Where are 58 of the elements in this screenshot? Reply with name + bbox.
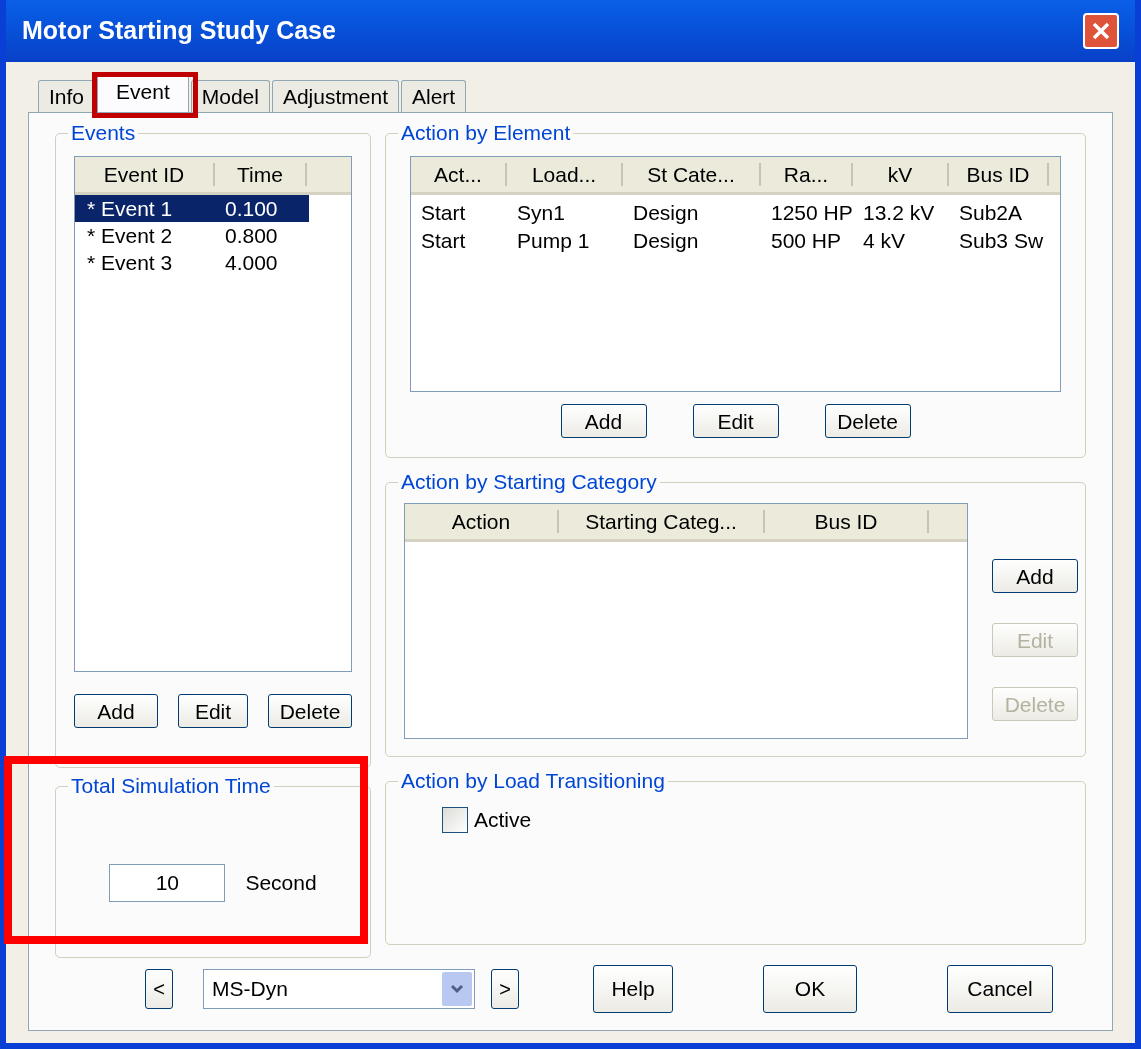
- close-button[interactable]: [1083, 13, 1119, 49]
- column-header[interactable]: Action: [405, 510, 559, 533]
- event-row[interactable]: * Event 3 4.000: [75, 249, 309, 276]
- column-header[interactable]: Starting Categ...: [559, 510, 765, 533]
- table-cell-text: * Event 2: [86, 222, 174, 249]
- table-cell-text: 0.800: [225, 222, 278, 249]
- column-header[interactable]: Bus ID: [949, 163, 1049, 186]
- study-dropdown[interactable]: MS-Dyn: [203, 969, 475, 1009]
- table-cell-text: Pump 1: [516, 228, 591, 255]
- dialog-button[interactable]: Add: [992, 559, 1078, 593]
- table-cell-text: Design: [632, 200, 700, 227]
- table-cell-text: 4.000: [225, 249, 278, 276]
- column-header[interactable]: Act...: [411, 163, 507, 186]
- dialog-button[interactable]: Add: [560, 404, 647, 438]
- dialog-button[interactable]: Help: [593, 965, 673, 1013]
- column-header[interactable]: Time: [215, 163, 307, 186]
- table-cell-text: 500 HP: [770, 228, 843, 255]
- table-cell-text: Design: [632, 228, 700, 255]
- previous-button[interactable]: <: [145, 969, 173, 1009]
- checkbox-label: Active: [474, 807, 532, 833]
- dialog-button[interactable]: Edit: [692, 404, 779, 438]
- table-cell-text: 4 kV: [862, 228, 907, 255]
- tab[interactable]: Adjustment: [271, 80, 399, 112]
- table-cell-text: Start: [420, 228, 467, 255]
- unit-label: Second: [245, 870, 317, 897]
- column-header[interactable]: kV: [853, 163, 949, 186]
- event-row[interactable]: * Event 1 0.100: [75, 195, 309, 222]
- column-header[interactable]: St Cate...: [623, 163, 761, 186]
- table-cell-text: Start: [420, 200, 467, 227]
- time-input[interactable]: 10: [109, 864, 226, 902]
- table-cell-text: * Event 1: [86, 195, 174, 222]
- dialog-button[interactable]: Delete: [824, 404, 911, 438]
- table-cell-text: Syn1: [516, 200, 566, 227]
- table-cell-text: 13.2 kV: [862, 200, 936, 227]
- table-cell-text: Sub3 Sw: [958, 228, 1045, 255]
- checkbox[interactable]: [442, 806, 468, 833]
- chevron-down-icon: [442, 972, 472, 1006]
- next-button[interactable]: >: [491, 969, 519, 1009]
- table-cell-text: 1250 HP: [770, 200, 853, 227]
- table-cell-text: 0.100: [225, 195, 278, 222]
- tab[interactable]: Model: [190, 80, 270, 112]
- dialog-button[interactable]: Edit: [178, 694, 248, 728]
- tab[interactable]: Alert: [401, 80, 467, 112]
- column-header[interactable]: Load...: [507, 163, 623, 186]
- list-row[interactable]: Start Syn1 Design 1250 HP 13.2 kV Sub2A: [411, 199, 1060, 227]
- dialog-button[interactable]: Delete: [268, 694, 352, 728]
- table-cell-text: * Event 3: [86, 249, 174, 276]
- list-row[interactable]: Start Pump 1 Design 500 HP 4 kV Sub3 Sw: [411, 227, 1060, 255]
- column-header[interactable]: Bus ID: [765, 510, 929, 533]
- dialog-button[interactable]: Add: [74, 694, 158, 728]
- dialog-button[interactable]: Cancel: [947, 965, 1053, 1013]
- window-title: Motor Starting Study Case: [22, 15, 336, 47]
- column-header[interactable]: Ra...: [761, 163, 853, 186]
- event-row[interactable]: * Event 2 0.800: [75, 222, 309, 249]
- table-cell-text: Sub2A: [958, 200, 1024, 227]
- close-icon: [1091, 21, 1111, 41]
- column-header[interactable]: Event ID: [75, 163, 215, 186]
- dialog-button[interactable]: OK: [763, 965, 857, 1013]
